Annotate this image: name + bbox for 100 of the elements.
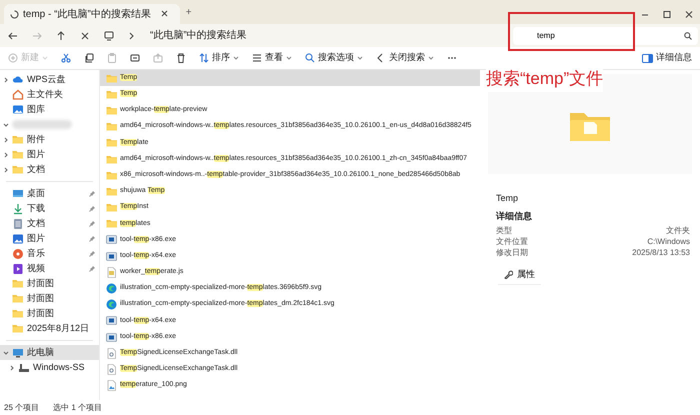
drive-icon — [18, 362, 30, 374]
toolbar-button[interactable]: 搜索选项 — [303, 50, 365, 66]
trash-icon — [176, 53, 186, 63]
paste-icon — [107, 53, 117, 63]
share-icon — [153, 53, 163, 63]
property-value: C:\Windows — [647, 236, 690, 247]
address-path[interactable]: “此电脑”中的搜索结果 — [146, 28, 251, 43]
settings-file-icon — [106, 348, 117, 359]
toolbar-button[interactable]: 关闭搜索 — [374, 50, 436, 66]
image-file-icon — [106, 380, 117, 392]
view-icon — [252, 53, 262, 63]
sidebar-item[interactable]: 图库 — [0, 102, 99, 117]
pictures-icon — [12, 232, 24, 244]
folder-icon — [569, 110, 611, 142]
browser-tab[interactable]: temp - “此电脑”中的搜索结果 — [4, 4, 180, 24]
sidebar-item[interactable]: WPS云盘 — [0, 72, 99, 87]
application-icon — [106, 332, 117, 343]
add-icon — [8, 53, 18, 63]
sidebar-item[interactable]: 附件 — [0, 132, 99, 147]
folder-icon — [12, 278, 24, 290]
folder-icon — [12, 148, 24, 160]
folder-icon — [106, 121, 117, 132]
new-tab-button[interactable]: + — [180, 5, 198, 20]
sidebar-item[interactable]: 主文件夹 — [0, 87, 99, 102]
toolbar-button[interactable]: 排序 — [197, 50, 241, 66]
sidebar-item[interactable]: 2025年8月12日 — [0, 321, 99, 336]
folder-icon — [106, 170, 117, 181]
up-icon — [56, 30, 66, 40]
application-icon — [106, 234, 117, 246]
desktop-icon — [12, 188, 24, 200]
item-count: 25 个项目 — [4, 402, 40, 414]
gallery-icon — [12, 104, 24, 116]
sidebar-item[interactable]: 封面图 — [0, 306, 99, 321]
sort-icon — [199, 53, 209, 63]
property-label: 文件位置 — [496, 236, 528, 247]
folder-icon — [12, 134, 24, 146]
sidebar-item[interactable]: 图片 — [0, 231, 99, 246]
search-options-icon — [305, 53, 315, 63]
document-icon — [12, 218, 24, 230]
loading-icon — [10, 10, 19, 18]
folder-icon — [12, 292, 24, 304]
blurred-item — [12, 120, 72, 129]
toolbar-button[interactable] — [128, 52, 142, 64]
script-file-icon — [106, 266, 117, 278]
search-field[interactable]: temp — [513, 26, 698, 44]
monitor-icon — [12, 346, 24, 358]
folder-icon — [106, 202, 117, 214]
sidebar-item[interactable]: 此电脑 — [0, 345, 99, 360]
sidebar-item[interactable]: 图片 — [0, 147, 99, 162]
sidebar-item[interactable]: 文档 — [0, 162, 99, 177]
stop-icon — [80, 30, 90, 40]
folder-icon — [106, 104, 117, 116]
rename-icon — [130, 53, 140, 63]
browser-file-icon — [106, 283, 117, 294]
annotation-text: 搜索“temp”文件 — [486, 66, 604, 92]
folder-icon — [106, 137, 117, 148]
monitor-icon — [104, 30, 114, 40]
nav-button[interactable] — [6, 30, 20, 40]
folder-icon — [106, 72, 117, 84]
cut-icon — [61, 53, 71, 63]
property-value: 2025/8/13 13:53 — [632, 247, 690, 258]
details-pane-button[interactable]: 详细信息 — [640, 50, 694, 66]
tab-title: temp - “此电脑”中的搜索结果 — [23, 8, 151, 22]
forward-icon — [32, 30, 42, 40]
sidebar-item[interactable]: 下载 — [0, 201, 99, 216]
wrench-icon — [504, 270, 513, 280]
folder-icon — [12, 164, 24, 176]
sidebar-item[interactable]: 封面图 — [0, 291, 99, 306]
sidebar-item[interactable]: 视频 — [0, 261, 99, 276]
settings-file-icon — [106, 364, 117, 375]
download-icon — [12, 202, 24, 214]
folder-icon — [106, 88, 117, 100]
copy-icon — [84, 53, 94, 63]
property-value: 文件夹 — [666, 225, 690, 236]
selection-count: 选中 1 个项目 — [53, 402, 102, 414]
folder-icon — [106, 218, 117, 230]
application-icon — [106, 250, 117, 262]
folder-icon — [12, 322, 24, 334]
music-icon — [12, 248, 24, 260]
caret-icon — [42, 55, 48, 61]
property-label: 修改日期 — [496, 247, 528, 258]
toolbar-button[interactable]: 查看 — [250, 50, 294, 66]
folder-icon — [106, 154, 117, 165]
nav-button[interactable] — [102, 30, 116, 40]
browser-file-icon — [106, 299, 117, 310]
application-icon — [106, 315, 117, 326]
item-name: Temp — [496, 192, 520, 205]
cloud-icon — [12, 74, 24, 86]
caret-icon — [233, 55, 239, 61]
caret-icon — [286, 55, 292, 61]
sidebar-item[interactable]: 音乐 — [0, 246, 99, 261]
sidebar-item[interactable]: 文档 — [0, 216, 99, 231]
details-pane-icon — [642, 54, 653, 62]
caret-icon — [357, 55, 363, 61]
toolbar-button[interactable] — [59, 52, 73, 64]
sidebar-item[interactable]: 封面图 — [0, 276, 99, 291]
sidebar-item[interactable]: Windows-SS — [0, 360, 99, 375]
property-label: 类型 — [496, 225, 512, 236]
sidebar-item[interactable]: 桌面 — [0, 186, 99, 201]
caret-icon — [428, 55, 434, 61]
